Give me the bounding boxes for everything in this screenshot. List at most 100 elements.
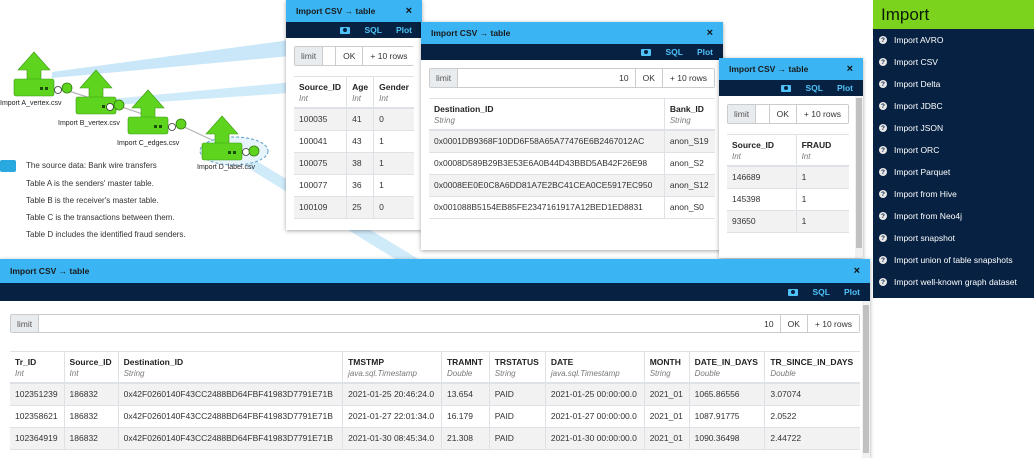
import-menu-item-label: Import JSON [894, 123, 944, 133]
ok-button[interactable]: OK [335, 47, 363, 65]
comment-box-icon[interactable] [0, 160, 16, 172]
import-menu-item-label: Import from Neo4j [894, 211, 963, 221]
column-header[interactable]: Source_ID Int [727, 134, 797, 167]
camera-icon[interactable] [781, 84, 792, 92]
import-menu-item[interactable]: ? Import Parquet [873, 161, 1034, 183]
column-header[interactable]: Destination_ID String [118, 351, 344, 384]
close-icon[interactable]: × [406, 5, 412, 17]
column-header[interactable]: Destination_ID String [429, 98, 665, 131]
comment-line: Table D includes the identified fraud se… [26, 230, 186, 239]
plot-button[interactable]: Plot [697, 47, 713, 57]
import-menu-item[interactable]: ? Import AVRO [873, 29, 1034, 51]
column-type: Double [446, 369, 473, 378]
result-table: Destination_ID String Bank_ID String 0x0001D… [429, 98, 715, 219]
vertical-scrollbar[interactable] [855, 96, 863, 258]
column-header[interactable]: Source_ID Int [64, 351, 119, 384]
table-cell: 100077 [294, 174, 348, 197]
popup-toolbar: SQL Plot [0, 283, 870, 301]
column-header[interactable]: Bank_ID String [664, 98, 715, 131]
column-header[interactable]: Tr_ID Int [10, 351, 65, 384]
popup-title-bar[interactable]: Import CSV → table × [0, 259, 870, 283]
import-menu-item[interactable]: ? Import CSV [873, 51, 1034, 73]
more-rows-button[interactable]: + 10 rows [806, 315, 859, 332]
column-name: TRAMNT [446, 357, 483, 367]
import-menu-item[interactable]: ? Import snapshot [873, 227, 1034, 249]
table-cell: 2.44722 [764, 427, 860, 450]
node-a-output-dot[interactable] [61, 82, 73, 94]
table-row: 0x0001DB9368F10DD6F58A65A77476E6B2467012… [429, 130, 715, 153]
sql-button[interactable]: SQL [812, 287, 829, 297]
table-cell: PAID [489, 427, 546, 450]
column-header[interactable]: Age Int [346, 76, 375, 109]
column-header[interactable]: TMSTMP java.sql.Timestamp [342, 351, 442, 384]
sql-button[interactable]: SQL [665, 47, 682, 57]
popup-title: Import CSV → table [10, 266, 90, 276]
table-row: 102358621 186832 0x42F0260140F43CC2488BD64… [10, 405, 860, 428]
limit-input[interactable] [323, 47, 336, 65]
column-header[interactable]: FRAUD Int [796, 134, 849, 167]
result-table: Source_ID Int FRAUD Int 146689 1 145398 1 93650 1 [727, 134, 849, 233]
column-type: Int [801, 152, 811, 161]
import-menu-item[interactable]: ? Import JSON [873, 117, 1034, 139]
node-d-output-dot[interactable] [248, 145, 260, 157]
import-menu-item[interactable]: ? Import Delta [873, 73, 1034, 95]
column-header[interactable]: MONTH String [644, 351, 690, 384]
import-menu-item-label: Import JDBC [894, 101, 943, 111]
close-icon[interactable]: × [854, 265, 860, 277]
ok-button[interactable]: OK [779, 315, 807, 332]
limit-input[interactable] [39, 315, 780, 332]
table-cell: 186832 [64, 427, 119, 450]
import-menu-item[interactable]: ? Import from Hive [873, 183, 1034, 205]
node-a-label[interactable]: Import A_vertex.csv [0, 100, 61, 107]
column-type: Int [69, 369, 79, 378]
sql-button[interactable]: SQL [364, 25, 381, 35]
column-header[interactable]: Gender Int [373, 76, 414, 109]
help-circle-icon: ? [879, 168, 887, 176]
node-d-label[interactable]: Import D_label.csv [197, 164, 255, 171]
limit-input[interactable] [458, 69, 635, 87]
node-c-output-dot[interactable] [175, 118, 187, 130]
plot-button[interactable]: Plot [396, 25, 412, 35]
import-menu-item[interactable]: ? Import ORC [873, 139, 1034, 161]
column-type: Double [770, 369, 796, 378]
table-cell: 0 [373, 196, 414, 219]
column-header[interactable]: TR_SINCE_IN_DAYS Double [764, 351, 860, 384]
more-rows-button[interactable]: + 10 rows [661, 69, 714, 87]
column-name: Tr_ID [15, 357, 37, 367]
import-menu-item[interactable]: ? Import from Neo4j [873, 205, 1034, 227]
import-menu-item[interactable]: ? Import JDBC [873, 95, 1034, 117]
popup-title-bar[interactable]: Import CSV → table × [286, 0, 422, 22]
vertical-scrollbar[interactable] [862, 301, 870, 458]
popup-title-bar[interactable]: Import CSV → table × [719, 58, 863, 80]
column-header[interactable]: TRSTATUS String [489, 351, 546, 384]
column-header[interactable]: Source_ID Int [294, 76, 348, 109]
import-menu-item[interactable]: ? Import well-known graph dataset [873, 271, 1034, 293]
plot-button[interactable]: Plot [844, 287, 860, 297]
ok-button[interactable]: OK [768, 105, 796, 123]
import-menu-item[interactable]: ? Import union of table snapshots [873, 249, 1034, 271]
node-b-label[interactable]: Import B_vertex.csv [58, 120, 120, 127]
more-rows-button[interactable]: + 10 rows [362, 47, 415, 65]
camera-icon[interactable] [641, 48, 652, 56]
more-rows-button[interactable]: + 10 rows [795, 105, 848, 123]
camera-icon[interactable] [340, 26, 351, 34]
import-menu-item-label: Import from Hive [894, 189, 957, 199]
column-header[interactable]: DATE_IN_DAYS Double [689, 351, 766, 384]
table-cell: 2021-01-27 00:00:00.0 [545, 405, 645, 428]
column-header[interactable]: TRAMNT Double [441, 351, 490, 384]
sql-button[interactable]: SQL [805, 83, 822, 93]
close-icon[interactable]: × [847, 63, 853, 75]
comment-line: Table A is the senders' master table. [26, 179, 154, 188]
popup-title-bar[interactable]: Import CSV → table × [421, 22, 723, 44]
column-header[interactable]: DATE java.sql.Timestamp [545, 351, 645, 384]
limit-input[interactable] [756, 105, 769, 123]
node-b-upload-icon[interactable] [75, 69, 117, 115]
node-b-output-dot[interactable] [113, 99, 125, 111]
help-circle-icon: ? [879, 58, 887, 66]
ok-button[interactable]: OK [634, 69, 662, 87]
popup-title: Import CSV → table [296, 6, 376, 16]
camera-icon[interactable] [788, 288, 799, 296]
node-c-label[interactable]: Import C_edges.csv [117, 140, 179, 147]
plot-button[interactable]: Plot [837, 83, 853, 93]
close-icon[interactable]: × [707, 27, 713, 39]
